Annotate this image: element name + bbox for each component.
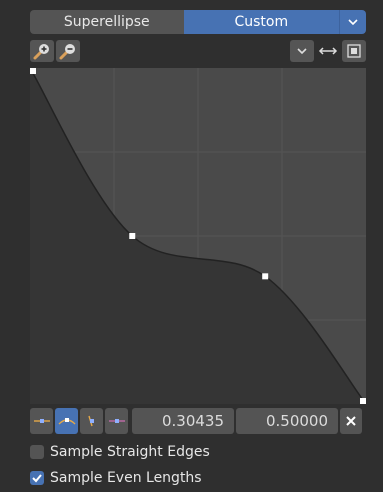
zoom-in-icon (33, 44, 49, 60)
handle-vector-icon (33, 419, 50, 423)
sample-even-lengths-label: Sample Even Lengths (50, 470, 202, 486)
view-options-dropdown[interactable] (290, 40, 314, 62)
delete-point-button[interactable] (340, 408, 362, 434)
profile-mode-selector: Superellipse Custom (30, 10, 366, 34)
handle-auto-button[interactable] (55, 408, 78, 434)
curve-canvas[interactable] (30, 68, 366, 404)
chevron-down-icon (348, 19, 358, 26)
point-editor-row: 0.30435 0.50000 (30, 408, 366, 434)
handle-vector-button[interactable] (30, 408, 53, 434)
point-y-field[interactable]: 0.50000 (236, 408, 338, 434)
curve-control-point[interactable] (360, 398, 366, 404)
mode-superellipse-button[interactable]: Superellipse (30, 10, 184, 34)
sample-even-lengths-checkbox[interactable] (30, 471, 44, 485)
handle-free-button[interactable] (105, 408, 128, 434)
handle-auto-clamped-button[interactable] (80, 408, 103, 434)
mode-custom-button[interactable]: Custom (183, 10, 340, 34)
flip-horizontal-icon (318, 47, 338, 55)
curve-editor[interactable] (30, 68, 366, 404)
curve-control-point[interactable] (262, 273, 269, 280)
curve-control-point[interactable] (129, 233, 136, 239)
curve-control-point[interactable] (30, 68, 36, 74)
checkmark-icon (32, 474, 42, 483)
sample-straight-edges-option[interactable]: Sample Straight Edges (30, 442, 210, 462)
point-x-field[interactable]: 0.30435 (132, 408, 234, 434)
sample-straight-edges-checkbox[interactable] (30, 445, 44, 459)
handle-auto-clamped-icon (87, 415, 94, 427)
handle-auto-icon (58, 418, 75, 425)
close-icon (346, 416, 356, 426)
clipping-toggle-button[interactable] (342, 40, 366, 62)
preset-dropdown-button[interactable] (339, 10, 366, 34)
profile-widget-panel: Superellipse Custom 0.30435 0.50000 Samp… (0, 0, 383, 492)
view-tools (290, 40, 366, 62)
handle-free-icon (108, 419, 125, 423)
zoom-out-button[interactable] (56, 40, 80, 62)
clip-toggle-icon (347, 44, 361, 58)
chevron-down-icon (297, 48, 307, 55)
curve-toolbar (30, 40, 366, 64)
zoom-out-icon (59, 44, 75, 60)
sample-straight-edges-label: Sample Straight Edges (50, 444, 210, 460)
sample-even-lengths-option[interactable]: Sample Even Lengths (30, 468, 202, 488)
zoom-in-button[interactable] (30, 40, 54, 62)
flip-curve-button[interactable] (316, 40, 340, 62)
